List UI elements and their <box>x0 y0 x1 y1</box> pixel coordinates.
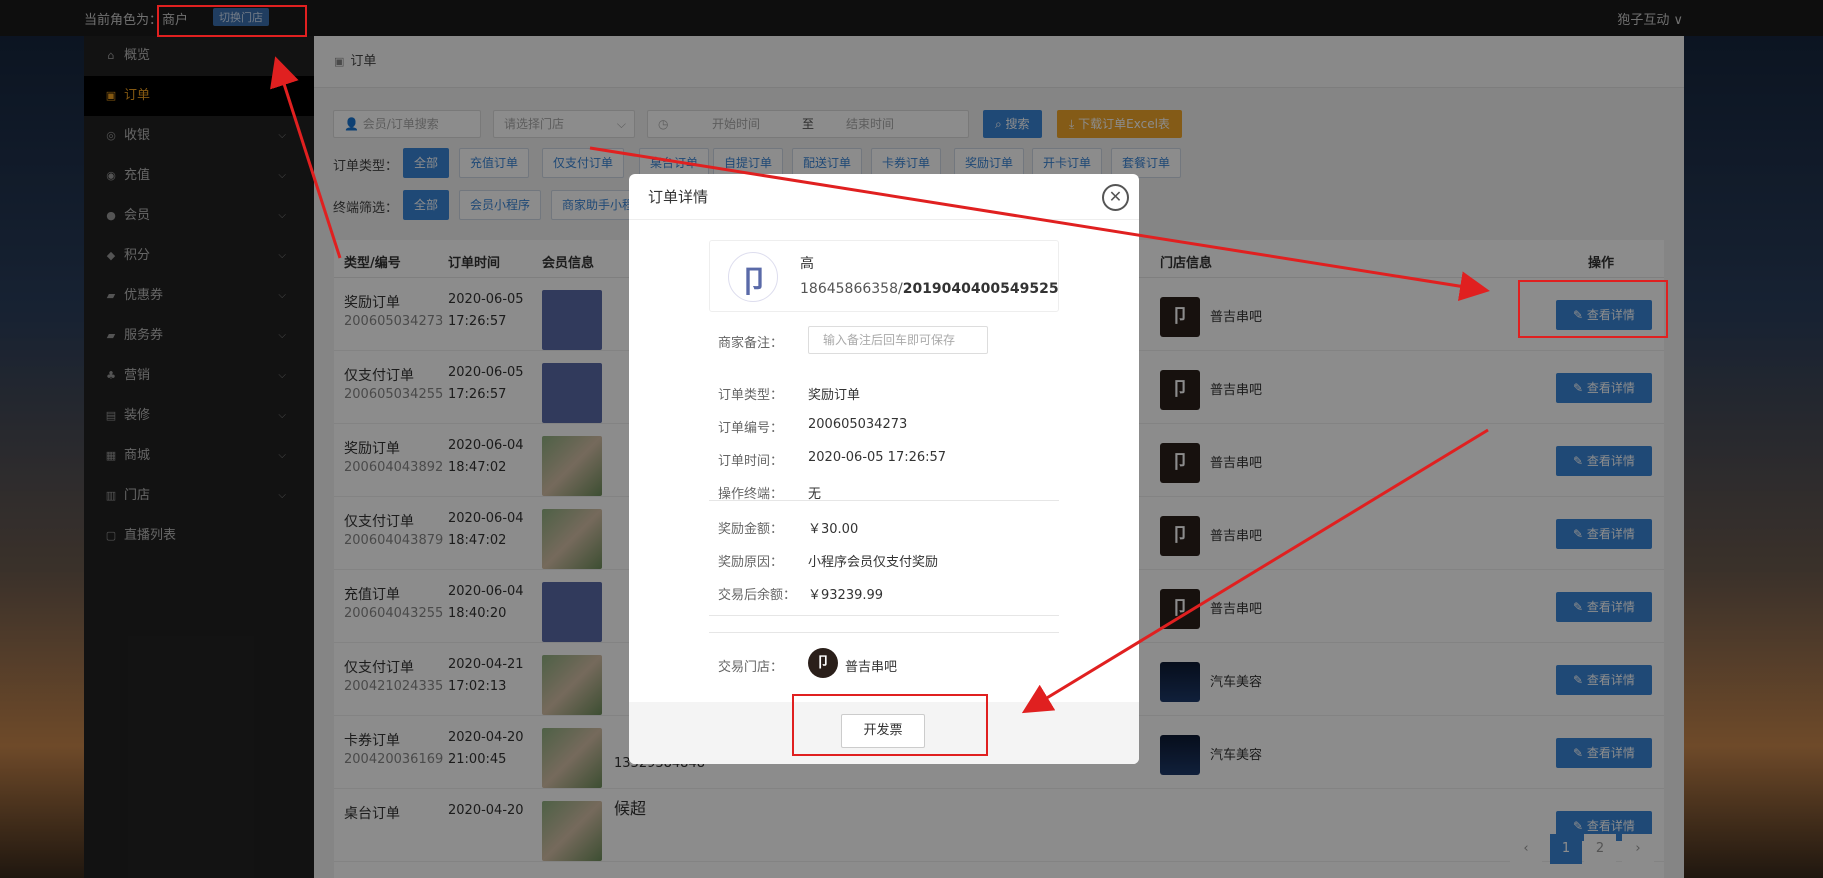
annotation-arrows <box>270 56 1490 714</box>
arrow-to-view-detail <box>589 146 1490 302</box>
arrow-to-switch-store <box>270 56 342 259</box>
arrow-to-invoice <box>1021 428 1489 714</box>
